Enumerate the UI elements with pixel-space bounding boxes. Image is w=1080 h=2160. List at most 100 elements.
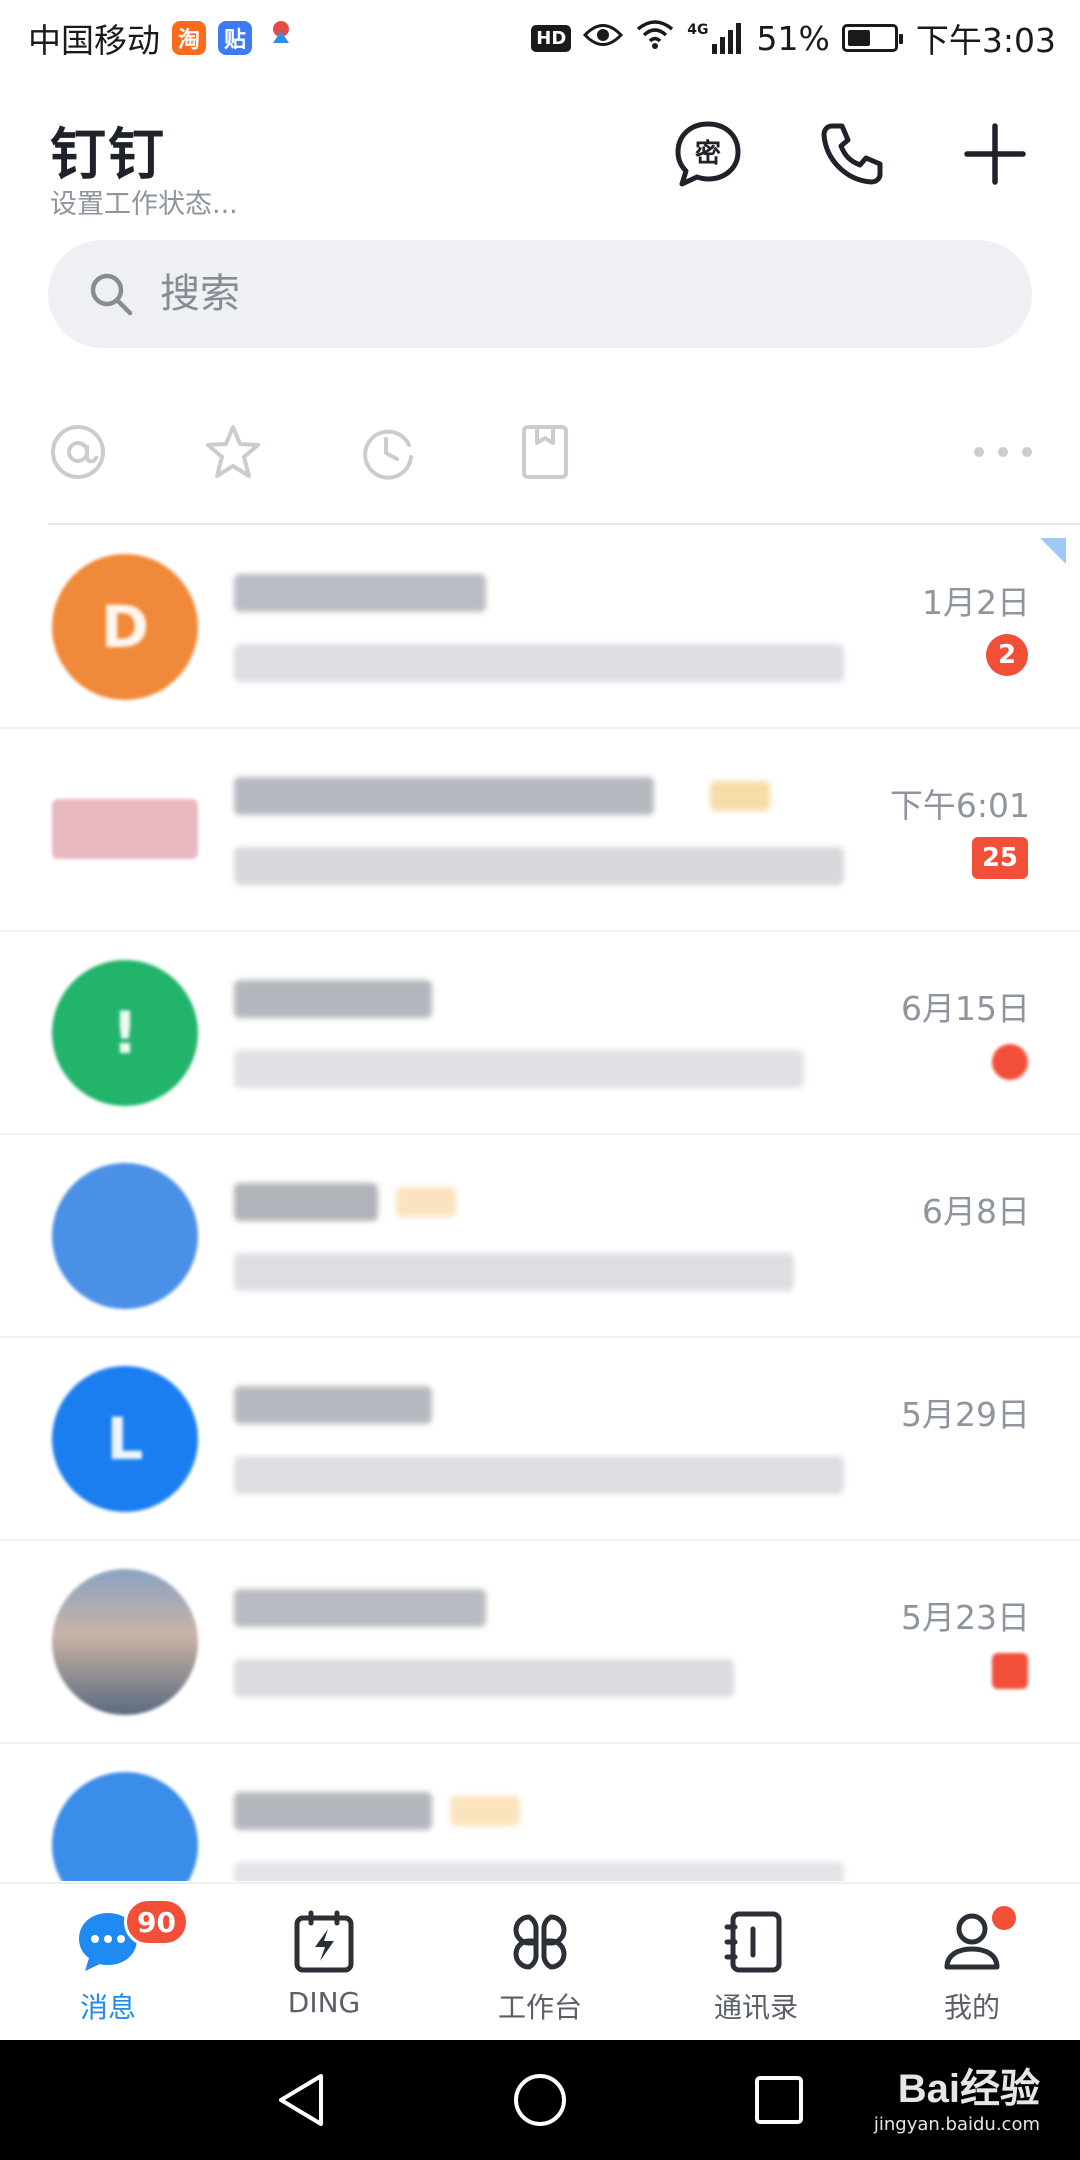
tieba-app-icon: 贴 [218,21,252,55]
system-nav-bar: Bai经验 jingyan.baidu.com [0,2040,1080,2160]
unread-dot [992,1044,1028,1080]
conversation-item[interactable]: L 5月29日 [0,1338,1080,1541]
conversation-time: 6月8日 [922,1192,1030,1231]
conversation-title-redacted [234,980,432,1018]
conversation-item[interactable]: 下午6:01 25 [0,729,1080,932]
avatar: L [52,1366,198,1512]
unread-badge: 25 [971,837,1028,879]
call-button[interactable] [812,114,892,194]
conversation-time: 下午6:01 [889,786,1030,825]
carrier-label: 中国移动 [28,21,160,60]
battery-icon [841,24,903,52]
conversation-preview-redacted [234,1050,804,1088]
signal-icon: 4G [687,22,744,54]
conversation-preview-redacted [234,1862,844,1881]
tag-redacted [710,781,770,811]
quick-filter-bar [0,400,1080,500]
message-count-badge: 90 [124,1898,189,1946]
tab-profile[interactable]: 我的 [864,1884,1080,2040]
avatar-glyph: ! [111,999,139,1067]
avatar: ! [52,960,198,1106]
unread-badge: 2 [986,634,1028,676]
tab-label: 消息 [79,1991,136,2024]
conversation-title-redacted [234,1792,432,1830]
search-input[interactable] [160,271,920,317]
tab-label: 工作台 [497,1991,582,2024]
secret-chat-button[interactable]: 密 [668,114,748,194]
tab-contacts[interactable]: 通讯录 [648,1884,864,2040]
tag-redacted [396,1187,456,1217]
tab-messages[interactable]: 消息 90 [0,1884,216,2040]
more-icon[interactable] [972,422,1034,482]
location-app-icon [264,17,298,59]
avatar [52,1569,198,1715]
secret-chat-icon: 密 [675,121,741,187]
bottom-tab-bar: 消息 90 DING 工作台 通讯录 我的 [0,1882,1080,2040]
conversation-title-redacted [234,1183,378,1221]
avatar: D [52,554,198,700]
avatar [52,1772,198,1881]
phone-icon [821,123,883,185]
taobao-app-icon: 淘 [172,21,206,55]
work-status-button[interactable]: 设置工作状态... [50,182,238,221]
battery-percent: 51% [756,18,830,58]
contacts-icon [720,1906,792,1978]
star-icon[interactable] [203,422,263,482]
tag-redacted [450,1796,520,1826]
tab-label: 通讯录 [713,1991,798,2024]
conversation-time: 6月15日 [901,989,1030,1028]
avatar [52,799,198,859]
home-circle-icon [514,2074,566,2126]
watermark-main: Bai经验 [897,2067,1040,2111]
plus-icon [964,123,1026,185]
conversation-item[interactable]: ! 6月15日 [0,932,1080,1135]
conversation-preview-redacted [234,1659,734,1697]
todo-icon[interactable] [515,422,575,482]
unread-dot [992,1653,1028,1689]
conversation-title-redacted [234,1386,432,1424]
notification-dot [992,1906,1016,1930]
conversation-time: 5月29日 [901,1395,1030,1434]
conversation-item[interactable]: 5月23日 [0,1541,1080,1744]
ding-icon [288,1906,360,1978]
baidu-jingyan-watermark: Bai经验 jingyan.baidu.com [874,2056,1040,2135]
at-mention-icon[interactable] [48,422,108,482]
conversation-preview-redacted [234,644,844,682]
conversation-item[interactable]: D 1月2日 2 [0,526,1080,729]
watermark-sub: jingyan.baidu.com [873,2114,1040,2135]
tab-label: 我的 [943,1991,1000,2024]
avatar-glyph: L [106,1405,144,1473]
tab-workbench[interactable]: 工作台 [432,1884,648,2040]
clock-icon[interactable] [358,422,418,482]
app-title[interactable]: 钉钉 [50,110,166,191]
search-icon [90,273,133,316]
home-button[interactable] [505,2070,575,2130]
conversation-time: 1月2日 [922,583,1030,622]
eye-comfort-icon [583,19,624,58]
tab-ding[interactable]: DING [216,1884,432,2040]
secret-chat-glyph: 密 [695,138,721,169]
wifi-icon [635,18,675,58]
recents-button[interactable] [744,2070,814,2130]
conversation-preview-redacted [234,1253,794,1291]
app-header: 钉钉 设置工作状态... 密 [0,96,1080,226]
back-button[interactable] [266,2070,336,2130]
conversation-item[interactable] [0,1744,1080,1881]
status-bar: 中国移动 淘 贴 HD 4G 51% 下午3:03 [0,0,1080,76]
add-button[interactable] [955,114,1035,194]
tab-label: DING [287,1986,361,2019]
search-bar[interactable] [48,240,1032,348]
conversation-item[interactable]: 6月8日 [0,1135,1080,1338]
conversation-preview-redacted [234,847,844,885]
filter-divider [48,523,1080,525]
conversation-title-redacted [234,777,654,815]
back-triangle-icon [279,2074,323,2126]
avatar-glyph: D [100,593,150,661]
conversation-time: 5月23日 [901,1598,1030,1637]
network-type-label: 4G [687,22,709,38]
workbench-icon [504,1906,576,1978]
conversation-title-redacted [234,574,486,612]
conversation-title-redacted [234,1589,486,1627]
conversation-list[interactable]: D 1月2日 2 下午6:01 25 ! 6月15日 6月8日 L 5月29日 [0,526,1080,1881]
hd-badge: HD [531,24,572,52]
